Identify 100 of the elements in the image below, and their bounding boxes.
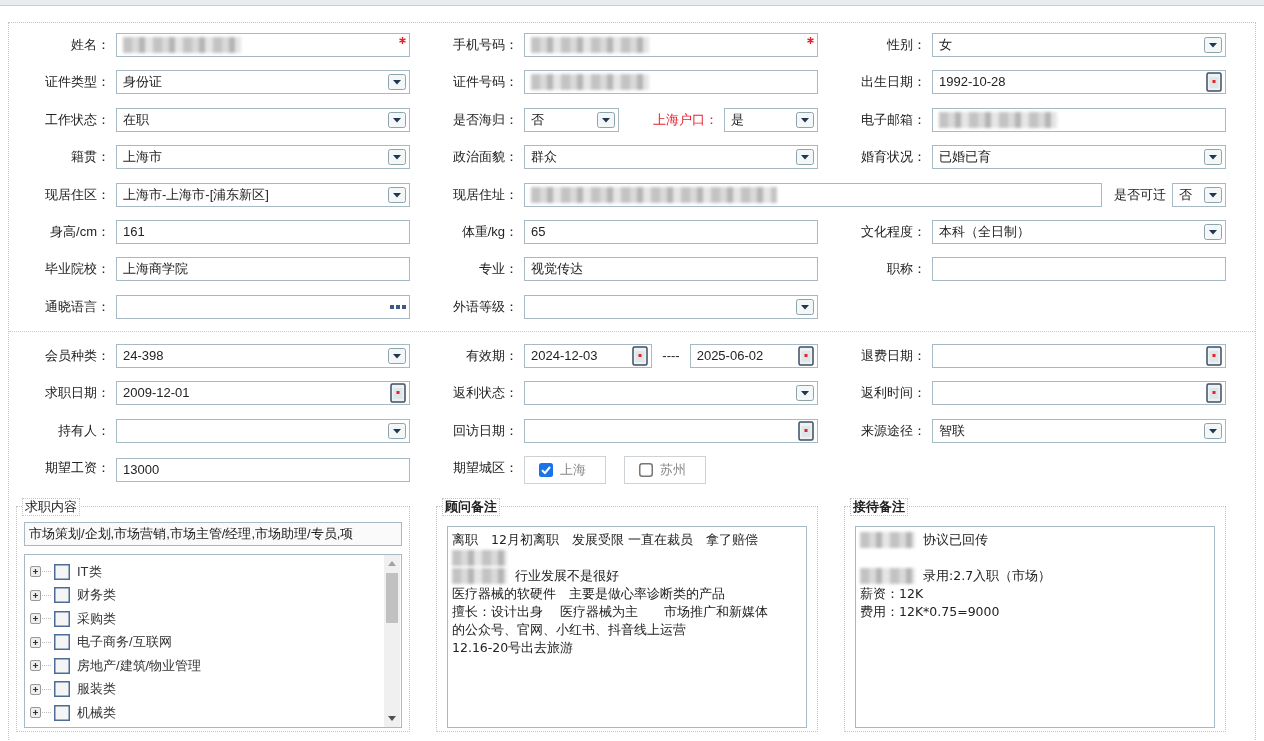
expand-icon[interactable] [30,707,52,719]
caret-icon[interactable] [796,111,814,128]
note-line: 行业发展不是很好 [515,566,619,585]
date-field[interactable] [932,343,1226,368]
caret-icon[interactable] [796,298,814,315]
caret-icon[interactable] [1204,422,1222,439]
calendar-icon[interactable] [390,383,406,404]
caret-icon[interactable] [388,74,406,91]
date-field[interactable]: 2025-06-02 [689,343,818,368]
caret-icon[interactable] [596,111,615,128]
caret-icon[interactable] [388,149,406,166]
caret-icon[interactable] [1204,37,1222,53]
text-field[interactable] [524,182,1102,207]
checkbox[interactable] [54,681,70,698]
field-label: 回访日期： [452,421,519,440]
selection-field[interactable]: 市场策划/企划,市场营销,市场主管/经理,市场助理/专员,项 [24,521,402,546]
checkbox-option[interactable]: 上海 [524,455,606,484]
text-field[interactable]: 65 [524,219,818,244]
dropdown[interactable]: 已婚已育 [932,145,1226,170]
more-icon[interactable] [390,304,406,309]
note-line: 录用:2.7入职（市场） [923,566,1052,585]
caret-icon[interactable] [388,347,406,364]
field-label: 婚育状况： [860,148,927,167]
field-label: 来源途径： [860,421,927,440]
tree-item[interactable]: 电子商务/互联网 [77,633,172,652]
caret-icon[interactable] [388,422,406,439]
field-label: 籍贯： [70,148,111,167]
dropdown[interactable]: 是 [723,107,818,132]
text-field[interactable]: 上海商学院 [116,257,410,282]
field-label: 体重/kg： [460,222,519,241]
note-line: 12.16-20号出去旅游 [452,638,574,657]
checkbox[interactable] [54,657,70,674]
text-field[interactable]: 13000 [116,457,410,482]
field-label: 有效期： [465,346,519,365]
caret-icon[interactable] [1204,186,1222,203]
checkbox[interactable] [54,563,70,580]
notes-area[interactable]: 离职 12月初离职 发展受限 一直在裁员 拿了赔偿 行业发展不是很好 医疗器械的软硬件 主要是做心率诊断类的产品 擅长：设计出身 医疗器械为主 市场推广和新媒体 的公众号、官网、小红书、抖音线上运营 12.16-20号出去旅游 [447,525,807,728]
expand-icon[interactable] [30,683,52,695]
checkbox-icon[interactable] [539,462,553,477]
caret-icon[interactable] [796,385,814,402]
text-field[interactable] [524,70,818,95]
checkbox[interactable] [54,587,70,604]
field-label: 外语等级： [452,297,519,316]
expand-icon[interactable] [30,566,52,578]
tree-item[interactable]: 服装类 [77,680,116,699]
dropdown[interactable]: 上海市 [116,145,410,170]
calendar-icon[interactable] [1206,345,1222,366]
caret-icon[interactable] [796,149,814,166]
scrollbar[interactable] [384,554,400,727]
calendar-icon[interactable] [1206,72,1222,93]
expand-icon[interactable] [30,613,52,625]
calendar-icon[interactable] [1206,383,1222,404]
dropdown[interactable]: 否 [1172,182,1226,207]
caret-icon[interactable] [1204,223,1222,240]
caret-icon[interactable] [388,111,406,128]
caret-icon[interactable] [1204,149,1222,166]
text-field[interactable] [116,33,410,57]
tree-item[interactable]: 采购类 [77,609,116,628]
text-field[interactable] [932,107,1226,132]
text-field[interactable] [524,33,818,57]
text-field[interactable]: 视觉传达 [524,257,818,282]
notes-area[interactable]: 协议已回传 录用:2.7入职（市场） 薪资：12K 费用：12K*0.75=9000 [855,525,1215,728]
expand-icon[interactable] [30,589,52,601]
date-field[interactable]: 2009-12-01 [116,381,410,406]
calendar-icon[interactable] [798,420,814,441]
text-field[interactable] [932,257,1226,282]
calendar-icon[interactable] [632,345,649,366]
field-label: 毕业院校： [44,260,111,279]
dropdown[interactable]: 否 [524,107,619,132]
dropdown[interactable]: 群众 [524,145,818,170]
dropdown[interactable]: 24-398 [116,343,410,368]
checkbox[interactable] [54,704,70,721]
expand-icon[interactable] [30,636,52,648]
date-field[interactable] [524,418,818,443]
checkbox[interactable] [54,634,70,651]
dropdown[interactable]: 本科（全日制） [932,219,1226,244]
checkbox-option[interactable]: 苏州 [624,455,706,484]
caret-icon[interactable] [388,186,406,203]
tree-item[interactable]: IT类 [77,562,102,581]
dropdown[interactable]: 女 [932,33,1226,57]
dropdown[interactable]: 智联 [932,418,1226,443]
date-field[interactable] [932,381,1226,406]
dropdown[interactable]: 上海市-上海市-[浦东新区] [116,182,410,207]
checkbox[interactable] [54,610,70,627]
tree-item[interactable]: 房地产/建筑/物业管理 [77,656,202,675]
tree-item[interactable]: 财务类 [77,586,116,605]
field-label: 身高/cm： [49,222,111,241]
picker-field[interactable] [116,294,410,319]
field-label: 文化程度： [860,222,927,241]
calendar-icon[interactable] [798,345,814,366]
date-field[interactable]: 1992-10-28 [932,70,1226,95]
checkbox-icon[interactable] [639,462,653,477]
tree-item[interactable]: 机械类 [77,703,116,722]
dropdown[interactable]: 身份证 [116,70,410,95]
text-field[interactable]: 161 [116,219,410,244]
dropdown[interactable]: 在职 [116,107,410,132]
expand-icon[interactable] [30,660,52,672]
date-field[interactable]: 2024-12-03 [524,343,653,368]
group-title: 求职内容 [22,497,80,516]
note-line: 擅长：设计出身 医疗器械为主 市场推广和新媒体 [452,602,768,621]
